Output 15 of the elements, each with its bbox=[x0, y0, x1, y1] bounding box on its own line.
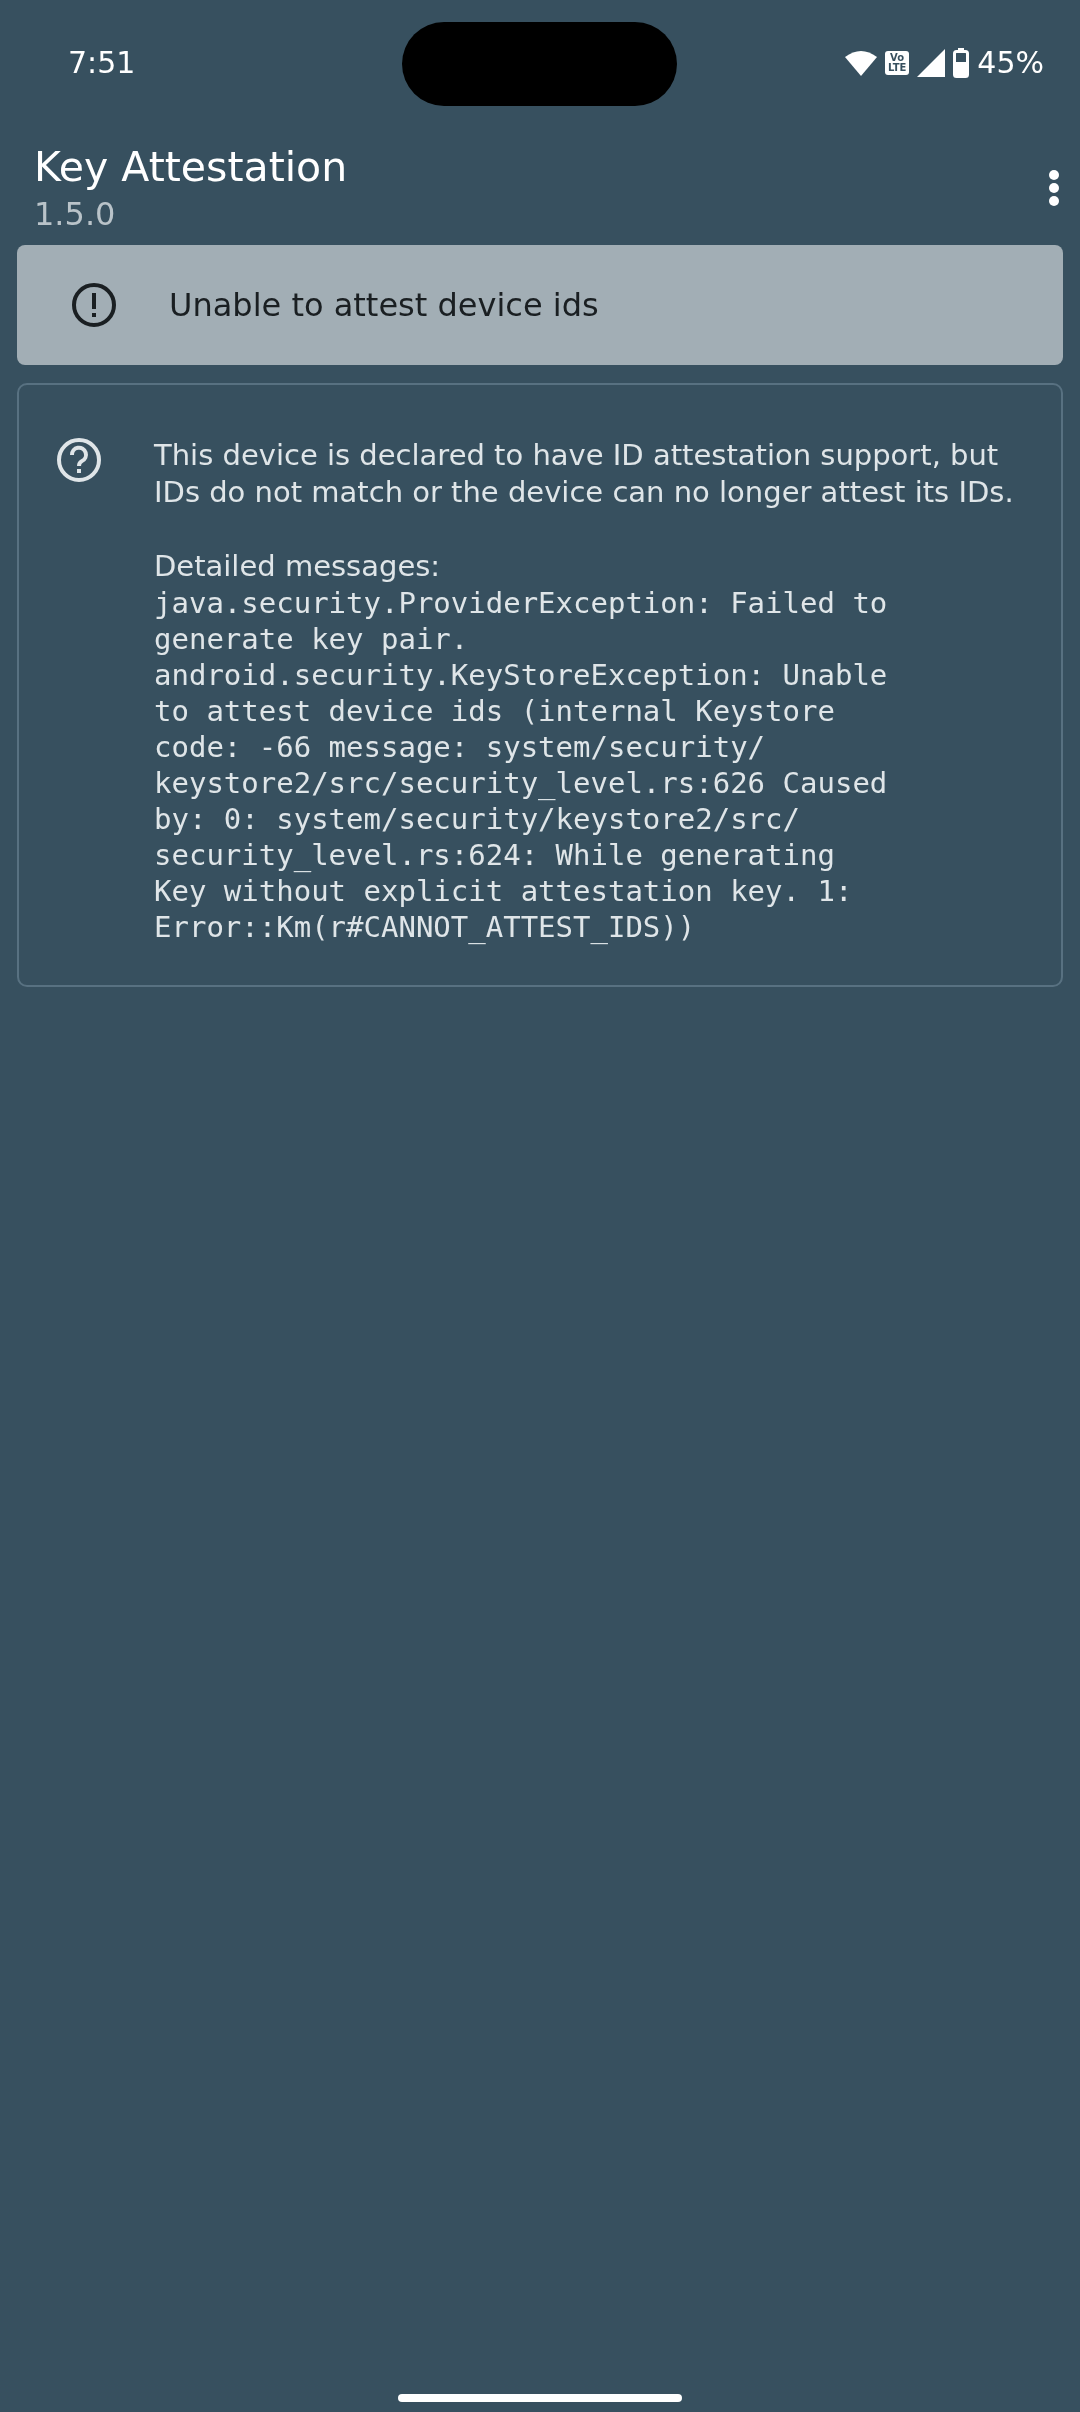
wifi-icon bbox=[844, 49, 877, 76]
help-icon bbox=[56, 437, 102, 483]
description-text: This device is declared to have ID attestation support, but IDs do not match or the device can no longer attest its IDs. bbox=[154, 437, 1015, 511]
battery-percent: 45% bbox=[977, 45, 1044, 80]
error-messages: java.security.ProviderException: Failed to generate key pair. android.security.KeyStoreException: Unable to attest device ids (internal Keystore code: -66 message: system/security/ keystore2/src/security_level.rs:626 Caused by: 0: system/security/keystore2/src/ security_level.rs:624: While generating Key without explicit attestation key. 1: Error::Km(r#CANNOT_ATTEST_IDS)) bbox=[154, 585, 889, 945]
volte-badge: Vo LTE bbox=[884, 50, 910, 75]
more-options-icon[interactable] bbox=[1048, 170, 1060, 206]
app-version: 1.5.0 bbox=[34, 195, 117, 233]
battery-icon bbox=[953, 47, 970, 78]
alert-icon bbox=[71, 282, 117, 328]
alert-message: Unable to attest device ids bbox=[169, 286, 599, 324]
app-title: Key Attestation bbox=[34, 143, 349, 191]
clock: 7:51 bbox=[68, 45, 137, 80]
signal-icon bbox=[917, 48, 946, 77]
messages-label: Detailed messages: bbox=[154, 548, 442, 585]
